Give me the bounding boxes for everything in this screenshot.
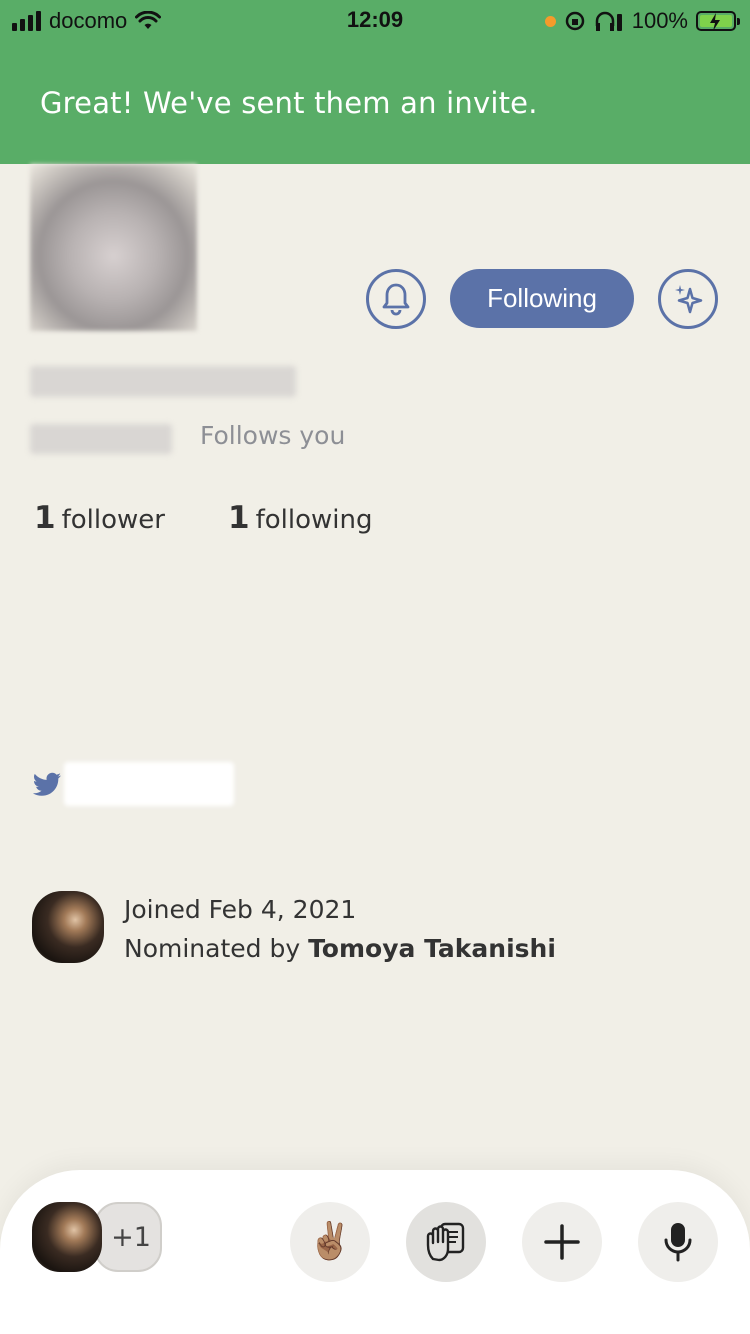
nominated-line: Nominated by Tomoya Takanishi [124,929,556,968]
raise-hand-button[interactable] [406,1202,486,1282]
hand-raise-icon [426,1222,465,1262]
following-button[interactable]: Following [450,269,634,328]
sparkle-button[interactable] [658,269,718,329]
followers-stat[interactable]: 1 follower [34,500,165,536]
rotation-lock-icon [565,11,584,31]
joined-date: Joined Feb 4, 2021 [124,895,357,924]
profile-name-redacted [30,366,296,397]
battery-percent: 100% [631,8,688,33]
mic-indicator-dot [544,15,556,27]
twitter-icon[interactable] [32,772,62,798]
invite-sent-banner: Great! We've sent them an invite. [0,40,750,164]
joined-info: Joined Feb 4, 2021 Nominated by Tomoya T… [124,890,556,968]
following-count: 1 [228,500,250,536]
leave-quietly-button[interactable]: ✌🏽 [290,1202,370,1282]
banner-message: Great! We've sent them an invite. [40,86,538,120]
microphone-icon [664,1223,692,1262]
followers-label: follower [61,505,165,535]
sparkle-icon [675,285,703,314]
notification-bell-button[interactable] [366,269,426,329]
twitter-handle-redacted[interactable] [64,762,234,806]
following-label: following [255,505,373,535]
extra-listeners-badge[interactable]: +1 [94,1202,162,1272]
profile-avatar[interactable] [30,164,197,331]
nominator-avatar[interactable] [32,891,104,963]
bell-icon [382,283,410,316]
status-bar: docomo 12:09 100% [0,0,750,40]
plus-icon [544,1224,580,1260]
following-stat[interactable]: 1 following [228,500,372,536]
profile-username-redacted [30,424,172,454]
microphone-button[interactable] [638,1202,718,1282]
nominated-prefix: Nominated by [124,934,301,963]
room-speaker-avatar[interactable] [32,1202,102,1272]
peace-icon: ✌🏽 [307,1221,353,1262]
headphones-icon [595,11,622,31]
followers-count: 1 [34,500,56,536]
nominator-name[interactable]: Tomoya Takanishi [308,934,556,963]
battery-icon [696,11,740,31]
follows-you-label: Follows you [200,421,346,450]
add-button[interactable] [522,1202,602,1282]
